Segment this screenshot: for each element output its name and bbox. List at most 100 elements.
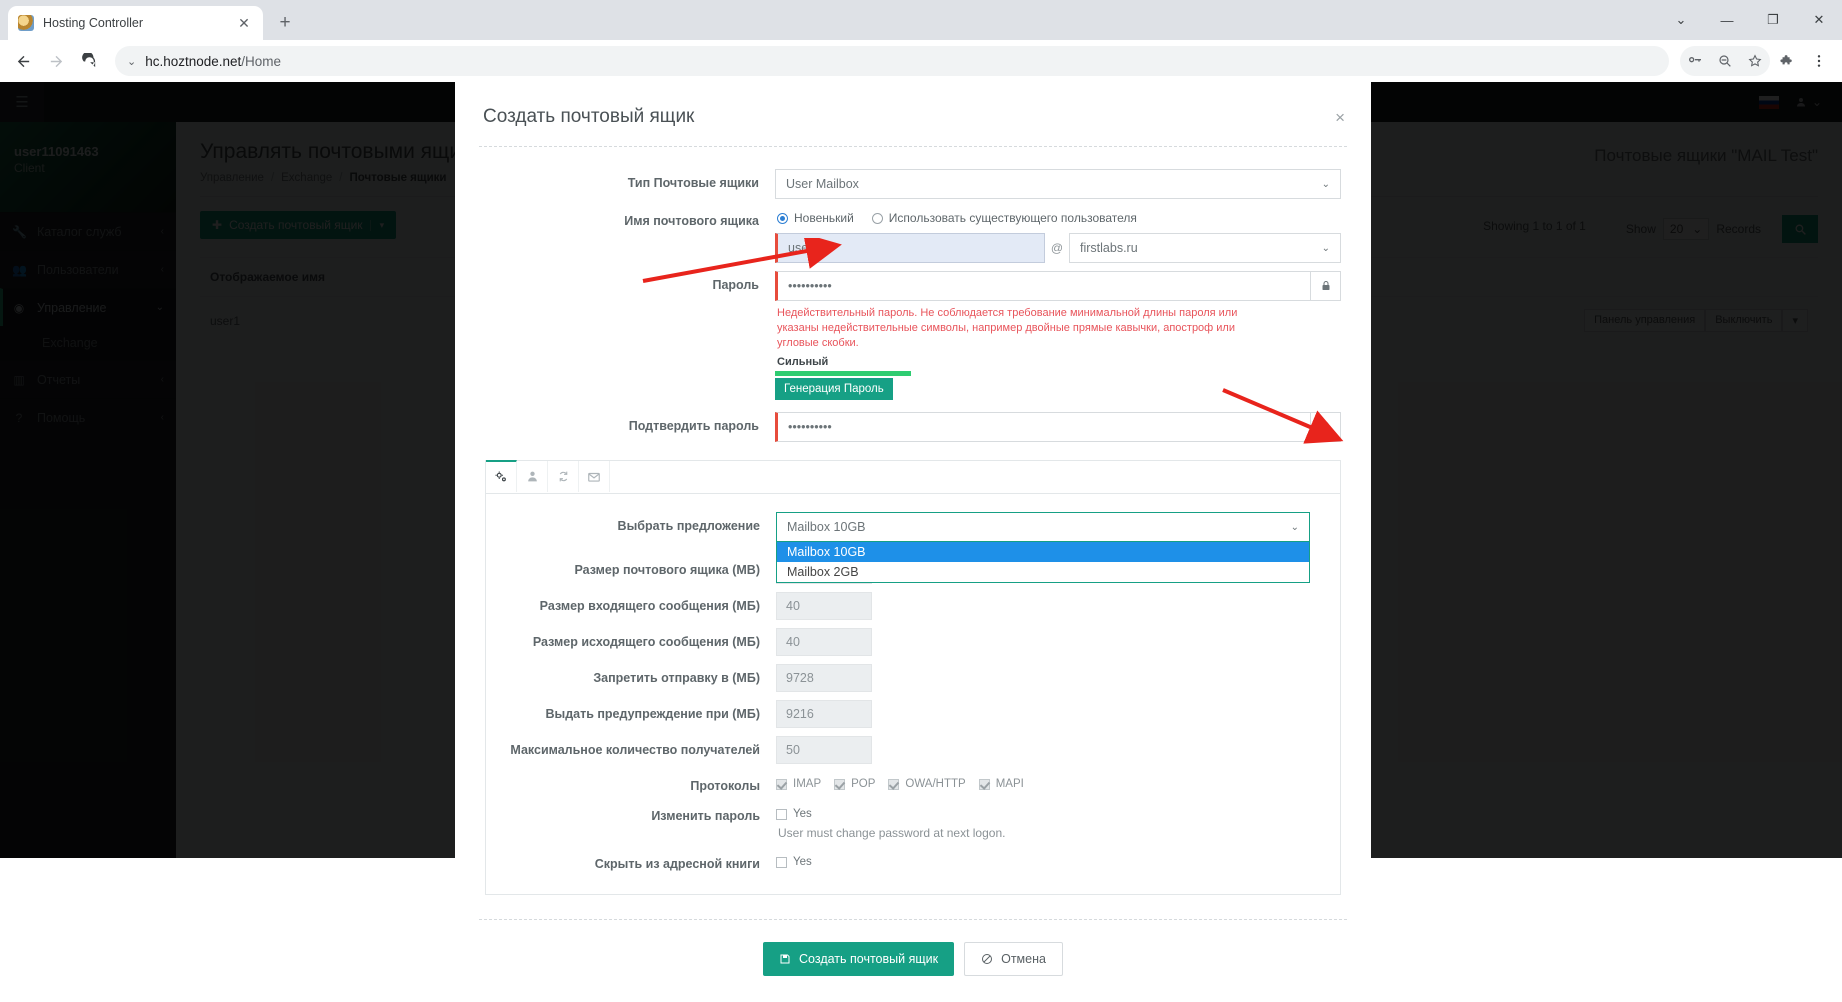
toolbar-actions bbox=[1680, 46, 1834, 76]
field-mailbox-type: Тип Почтовые ящики User Mailbox ⌄ bbox=[485, 169, 1341, 199]
extensions-puzzle-icon[interactable] bbox=[1772, 46, 1802, 76]
modal-footer: Создать почтовый ящик Отмена bbox=[455, 920, 1371, 1002]
generate-password-button[interactable]: Генерация Пароль bbox=[775, 378, 893, 400]
window-close-button[interactable]: ✕ bbox=[1796, 0, 1842, 40]
field-label: Скрыть из адресной книги bbox=[594, 857, 760, 871]
issue-warning-input[interactable]: 9216 bbox=[776, 700, 872, 728]
chevron-down-icon[interactable]: ⌄ bbox=[127, 55, 136, 68]
address-bar[interactable]: ⌄ hc.hoztnode.net/Home bbox=[115, 46, 1669, 76]
field-label: Размер почтового ящика (МВ) bbox=[574, 563, 761, 577]
tab-sync[interactable] bbox=[548, 461, 579, 492]
tab-general[interactable] bbox=[486, 460, 517, 492]
field-label: Подтвердить пароль bbox=[628, 419, 759, 433]
browser-tab[interactable]: Hosting Controller ✕ bbox=[8, 6, 263, 40]
field-label: Изменить пароль bbox=[651, 809, 760, 823]
field-label: Протоколы bbox=[690, 779, 760, 793]
field-outgoing-size: Размер исходящего сообщения (МБ) 40 bbox=[486, 628, 1340, 656]
protocol-pop[interactable]: POP bbox=[834, 778, 875, 790]
checkbox-icon bbox=[888, 778, 900, 790]
change-password-checkbox[interactable]: Yes bbox=[776, 802, 1340, 820]
radio-existing[interactable]: Использовать существующего пользователя bbox=[871, 211, 1137, 225]
checkbox-icon bbox=[776, 778, 787, 790]
password-input[interactable]: •••••••••• bbox=[775, 271, 1311, 301]
lock-icon[interactable] bbox=[1311, 412, 1341, 442]
checkbox-icon bbox=[978, 778, 990, 790]
browser-toolbar: ⌄ hc.hoztnode.net/Home bbox=[0, 40, 1842, 82]
radio-new-label: Новенький bbox=[794, 211, 854, 225]
protocol-owa[interactable]: OWA/HTTP bbox=[888, 778, 966, 790]
bookmark-star-icon[interactable] bbox=[1740, 46, 1770, 76]
change-password-yes-label: Yes bbox=[793, 808, 812, 820]
favicon-icon bbox=[18, 15, 34, 31]
protocol-label: IMAP bbox=[793, 778, 822, 790]
tab-mail[interactable] bbox=[579, 461, 610, 492]
close-icon[interactable]: ✕ bbox=[235, 14, 253, 32]
mailbox-type-select[interactable]: User Mailbox ⌄ bbox=[775, 169, 1341, 199]
lock-icon[interactable] bbox=[1311, 271, 1341, 301]
field-protocols: Протоколы IMAP POP OWA/HTTP MAPI bbox=[486, 772, 1340, 794]
user-source-radios: Новенький Использовать существующего пол… bbox=[775, 207, 1341, 233]
protocol-label: POP bbox=[851, 778, 876, 790]
field-label: Максимальное количество получателей bbox=[510, 743, 760, 757]
confirm-password-input[interactable]: •••••••••• bbox=[775, 412, 1311, 442]
key-icon[interactable] bbox=[1680, 46, 1710, 76]
hide-address-book-checkbox[interactable]: Yes bbox=[776, 850, 1340, 868]
cancel-label: Отмена bbox=[1001, 952, 1046, 966]
browser-menu-icon[interactable] bbox=[1804, 46, 1834, 76]
field-hide-address-book: Скрыть из адресной книги Yes bbox=[486, 850, 1340, 872]
modal-title: Создать почтовый ящик bbox=[483, 106, 695, 127]
protocol-mapi[interactable]: MAPI bbox=[978, 778, 1024, 790]
offer-select[interactable]: Mailbox 10GB ⌄ bbox=[776, 512, 1310, 542]
checkbox-icon bbox=[776, 856, 787, 868]
radio-existing-label: Использовать существующего пользователя bbox=[888, 211, 1137, 225]
offer-options-list: Mailbox 10GB Mailbox 2GB bbox=[776, 542, 1310, 583]
window-controls: ⌄ — ❐ ✕ bbox=[1658, 0, 1842, 40]
password-strength-label: Сильный bbox=[777, 356, 829, 368]
close-icon[interactable]: × bbox=[1335, 108, 1345, 128]
offer-option[interactable]: Mailbox 10GB bbox=[777, 542, 1309, 562]
field-label: Пароль bbox=[712, 278, 759, 292]
maximize-button[interactable]: ❐ bbox=[1750, 0, 1796, 40]
field-change-password: Изменить пароль Yes User must change pas… bbox=[486, 802, 1340, 842]
field-label: Размер исходящего сообщения (МБ) bbox=[532, 635, 760, 649]
password-error-message: Недействительный пароль. Не соблюдается … bbox=[777, 307, 1238, 349]
field-issue-warning: Выдать предупреждение при (МБ) 9216 bbox=[486, 700, 1340, 728]
offer-option[interactable]: Mailbox 2GB bbox=[777, 562, 1309, 582]
create-mailbox-modal: Создать почтовый ящик × Тип Почтовые ящи… bbox=[455, 82, 1371, 1002]
radio-button-icon bbox=[777, 212, 788, 224]
change-password-hint: User must change password at next logon. bbox=[778, 826, 1006, 840]
protocol-label: MAPI bbox=[995, 778, 1024, 790]
tab-strip: Hosting Controller ✕ + ⌄ — ❐ ✕ bbox=[0, 0, 1842, 40]
forward-icon[interactable] bbox=[41, 46, 71, 76]
tab-panel-general: Выбрать предложение Mailbox 10GB ⌄ Mailb… bbox=[486, 494, 1340, 894]
mailbox-name-input[interactable]: user1 bbox=[775, 233, 1045, 263]
max-recipients-input[interactable]: 50 bbox=[776, 736, 872, 764]
back-icon[interactable] bbox=[8, 46, 38, 76]
zoom-out-icon[interactable] bbox=[1710, 46, 1740, 76]
tab-user[interactable] bbox=[517, 461, 548, 492]
minimize-button[interactable]: — bbox=[1704, 0, 1750, 40]
checkbox-icon bbox=[776, 808, 787, 820]
tab-bar bbox=[486, 460, 1340, 494]
field-label: Запретить отправку в (МБ) bbox=[593, 671, 760, 685]
prohibit-send-input[interactable]: 9728 bbox=[776, 664, 872, 692]
submit-create-mailbox-button[interactable]: Создать почтовый ящик bbox=[763, 942, 955, 976]
mailbox-name-row: user1 @ firstlabs.ru ⌄ bbox=[775, 233, 1341, 263]
chevron-down-icon[interactable]: ⌄ bbox=[1658, 0, 1704, 40]
at-symbol: @ bbox=[1050, 241, 1064, 255]
new-tab-button[interactable]: + bbox=[271, 9, 299, 37]
protocol-imap[interactable]: IMAP bbox=[776, 778, 821, 790]
outgoing-size-input[interactable]: 40 bbox=[776, 628, 872, 656]
domain-select[interactable]: firstlabs.ru ⌄ bbox=[1069, 233, 1341, 263]
reload-icon[interactable] bbox=[74, 46, 104, 76]
protocol-label: OWA/HTTP bbox=[905, 778, 966, 790]
field-label: Выдать предупреждение при (МБ) bbox=[545, 707, 761, 721]
protocols-group: IMAP POP OWA/HTTP MAPI bbox=[776, 772, 1340, 790]
offer-value: Mailbox 10GB bbox=[787, 520, 866, 534]
incoming-size-input[interactable]: 40 bbox=[776, 592, 872, 620]
radio-new[interactable]: Новенький bbox=[777, 211, 854, 225]
field-label: Размер входящего сообщения (МБ) bbox=[539, 599, 760, 613]
field-password: Пароль •••••••••• Недействительный парол… bbox=[485, 271, 1341, 400]
cancel-button[interactable]: Отмена bbox=[964, 942, 1063, 976]
domain-value: firstlabs.ru bbox=[1080, 241, 1138, 255]
